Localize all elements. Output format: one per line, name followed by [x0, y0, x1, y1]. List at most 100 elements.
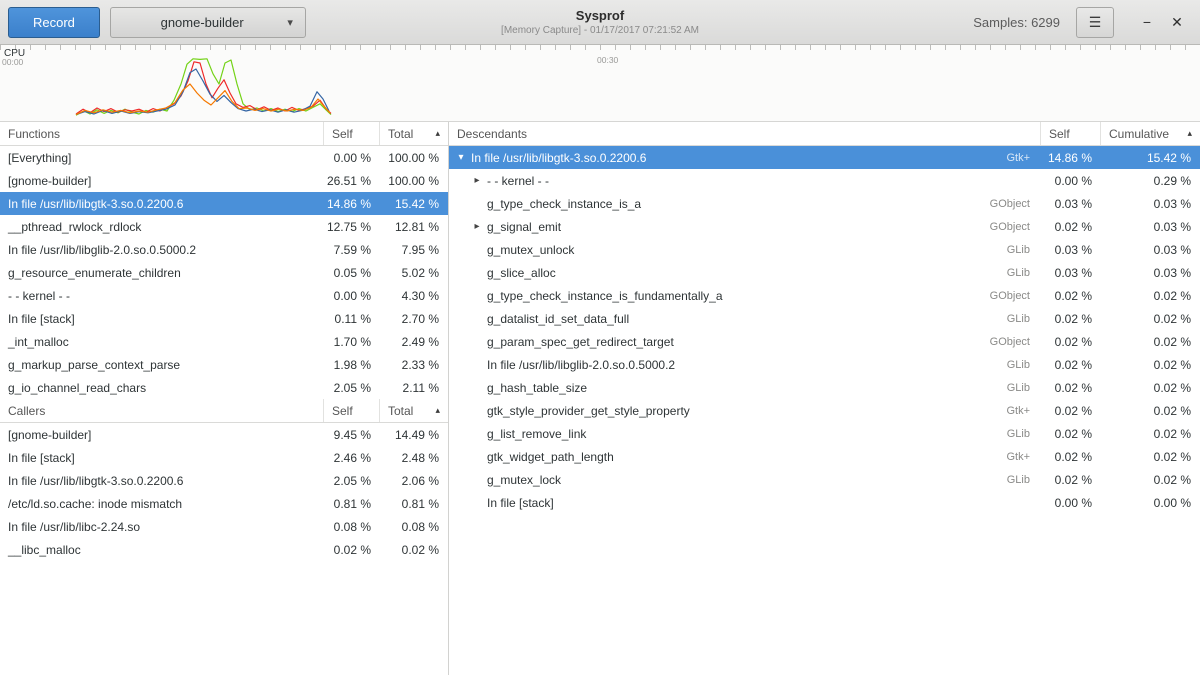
sort-indicator-icon: ▴	[1187, 129, 1192, 138]
table-row[interactable]: g_resource_enumerate_children0.05 %5.02 …	[0, 261, 448, 284]
table-row[interactable]: g_markup_parse_context_parse1.98 %2.33 %	[0, 353, 448, 376]
column-header-total[interactable]: Total ▴	[379, 399, 448, 422]
row-cumulative-value: 0.03 %	[1100, 266, 1200, 280]
table-row[interactable]: In file /usr/lib/libgtk-3.so.0.2200.614.…	[0, 192, 448, 215]
row-label: g_mutex_unlock	[484, 243, 1007, 257]
table-row[interactable]: [Everything]0.00 %100.00 %	[0, 146, 448, 169]
descendants-header: Descendants Self Cumulative ▴	[449, 122, 1200, 146]
row-total-value: 2.70 %	[379, 312, 448, 326]
chevron-down-icon: ▾	[287, 16, 293, 29]
tree-row[interactable]: g_type_check_instance_is_fundamentally_a…	[449, 284, 1200, 307]
row-label: In file /usr/lib/libglib-2.0.so.0.5000.2	[0, 243, 323, 257]
tree-row[interactable]: gtk_style_provider_get_style_propertyGtk…	[449, 399, 1200, 422]
tree-row[interactable]: gtk_widget_path_lengthGtk+0.02 %0.02 %	[449, 445, 1200, 468]
expander-icon[interactable]: ▸	[470, 222, 484, 232]
table-row[interactable]: _int_malloc1.70 %2.49 %	[0, 330, 448, 353]
row-total-value: 14.49 %	[379, 428, 448, 442]
row-self-value: 0.02 %	[1040, 473, 1100, 487]
row-label: - - kernel - -	[484, 174, 1030, 188]
sort-indicator-icon: ▴	[435, 129, 440, 138]
column-header-self[interactable]: Self	[323, 399, 379, 422]
table-row[interactable]: __pthread_rwlock_rdlock12.75 %12.81 %	[0, 215, 448, 238]
tree-row[interactable]: In file [stack]0.00 %0.00 %	[449, 491, 1200, 514]
row-total-value: 0.08 %	[379, 520, 448, 534]
row-self-value: 0.02 %	[323, 543, 379, 557]
row-category: GLib	[1007, 428, 1040, 440]
process-selector[interactable]: gnome-builder ▾	[110, 7, 306, 38]
row-self-value: 0.00 %	[1040, 174, 1100, 188]
table-row[interactable]: [gnome-builder]26.51 %100.00 %	[0, 169, 448, 192]
table-row[interactable]: - - kernel - -0.00 %4.30 %	[0, 284, 448, 307]
minimize-button[interactable]: −	[1132, 7, 1162, 37]
row-cumulative-value: 0.02 %	[1100, 289, 1200, 303]
row-label: __libc_malloc	[0, 543, 323, 557]
expander-icon[interactable]: ▸	[470, 176, 484, 186]
row-label: __pthread_rwlock_rdlock	[0, 220, 323, 234]
row-category: GLib	[1007, 267, 1040, 279]
tree-row[interactable]: g_datalist_id_set_data_fullGLib0.02 %0.0…	[449, 307, 1200, 330]
row-total-value: 0.81 %	[379, 497, 448, 511]
row-total-value: 100.00 %	[379, 151, 448, 165]
tree-row[interactable]: g_type_check_instance_is_aGObject0.03 %0…	[449, 192, 1200, 215]
tree-row[interactable]: g_param_spec_get_redirect_targetGObject0…	[449, 330, 1200, 353]
table-row[interactable]: In file /usr/lib/libc-2.24.so0.08 %0.08 …	[0, 515, 448, 538]
row-label: g_slice_alloc	[484, 266, 1007, 280]
column-header-self[interactable]: Self	[1040, 122, 1100, 145]
column-header-cumulative[interactable]: Cumulative ▴	[1100, 122, 1200, 145]
row-label: In file /usr/lib/libgtk-3.so.0.2200.6	[0, 474, 323, 488]
table-row[interactable]: __libc_malloc0.02 %0.02 %	[0, 538, 448, 561]
row-cumulative-value: 0.00 %	[1100, 496, 1200, 510]
row-self-value: 0.02 %	[1040, 335, 1100, 349]
row-cumulative-value: 15.42 %	[1100, 151, 1200, 165]
table-row[interactable]: [gnome-builder]9.45 %14.49 %	[0, 423, 448, 446]
row-self-value: 0.02 %	[1040, 381, 1100, 395]
column-header-descendants[interactable]: Descendants	[449, 122, 1040, 145]
tree-row[interactable]: In file /usr/lib/libglib-2.0.so.0.5000.2…	[449, 353, 1200, 376]
row-label: g_list_remove_link	[484, 427, 1007, 441]
row-self-value: 1.70 %	[323, 335, 379, 349]
row-category: Gtk+	[1006, 451, 1040, 463]
row-self-value: 0.02 %	[1040, 358, 1100, 372]
table-row[interactable]: In file [stack]2.46 %2.48 %	[0, 446, 448, 469]
tree-row[interactable]: g_list_remove_linkGLib0.02 %0.02 %	[449, 422, 1200, 445]
close-button[interactable]: ✕	[1162, 7, 1192, 37]
row-label: gtk_widget_path_length	[484, 450, 1006, 464]
table-row[interactable]: In file /usr/lib/libglib-2.0.so.0.5000.2…	[0, 238, 448, 261]
tree-row[interactable]: g_slice_allocGLib0.03 %0.03 %	[449, 261, 1200, 284]
table-row[interactable]: g_io_channel_read_chars2.05 %2.11 %	[0, 376, 448, 399]
row-label: In file /usr/lib/libc-2.24.so	[0, 520, 323, 534]
row-label: g_type_check_instance_is_a	[484, 197, 990, 211]
row-self-value: 2.05 %	[323, 381, 379, 395]
hamburger-icon: ☰	[1089, 14, 1102, 30]
menu-button[interactable]: ☰	[1076, 7, 1114, 38]
row-label: [gnome-builder]	[0, 174, 323, 188]
column-header-functions[interactable]: Functions	[0, 122, 323, 145]
row-self-value: 0.81 %	[323, 497, 379, 511]
column-header-total[interactable]: Total ▴	[379, 122, 448, 145]
tree-row[interactable]: g_mutex_lockGLib0.02 %0.02 %	[449, 468, 1200, 491]
content-area: Functions Self Total ▴ [Everything]0.00 …	[0, 121, 1200, 675]
table-row[interactable]: In file [stack]0.11 %2.70 %	[0, 307, 448, 330]
row-self-value: 0.02 %	[1040, 450, 1100, 464]
column-header-callers[interactable]: Callers	[0, 399, 323, 422]
tree-row[interactable]: ▸- - kernel - - 0.00 %0.29 %	[449, 169, 1200, 192]
row-cumulative-value: 0.29 %	[1100, 174, 1200, 188]
table-row[interactable]: In file /usr/lib/libgtk-3.so.0.2200.62.0…	[0, 469, 448, 492]
tree-row[interactable]: ▸g_signal_emitGObject0.02 %0.03 %	[449, 215, 1200, 238]
app-title: Sysprof	[501, 8, 699, 23]
tree-row[interactable]: g_mutex_unlockGLib0.03 %0.03 %	[449, 238, 1200, 261]
header-right: Samples: 6299 ☰ − ✕	[973, 7, 1200, 38]
record-button[interactable]: Record	[8, 7, 100, 38]
table-row[interactable]: /etc/ld.so.cache: inode mismatch0.81 %0.…	[0, 492, 448, 515]
cpu-graph[interactable]: CPU 00:00 00:30	[0, 45, 1200, 121]
column-header-self[interactable]: Self	[323, 122, 379, 145]
row-self-value: 0.03 %	[1040, 266, 1100, 280]
expander-icon[interactable]: ▾	[454, 153, 468, 163]
column-header-total-label: Total	[388, 127, 413, 141]
row-category: GLib	[1007, 313, 1040, 325]
tree-row[interactable]: g_hash_table_sizeGLib0.02 %0.02 %	[449, 376, 1200, 399]
row-total-value: 0.02 %	[379, 543, 448, 557]
tree-row[interactable]: ▾In file /usr/lib/libgtk-3.so.0.2200.6Gt…	[449, 146, 1200, 169]
row-label: g_mutex_lock	[484, 473, 1007, 487]
row-label: In file /usr/lib/libgtk-3.so.0.2200.6	[468, 151, 1006, 165]
